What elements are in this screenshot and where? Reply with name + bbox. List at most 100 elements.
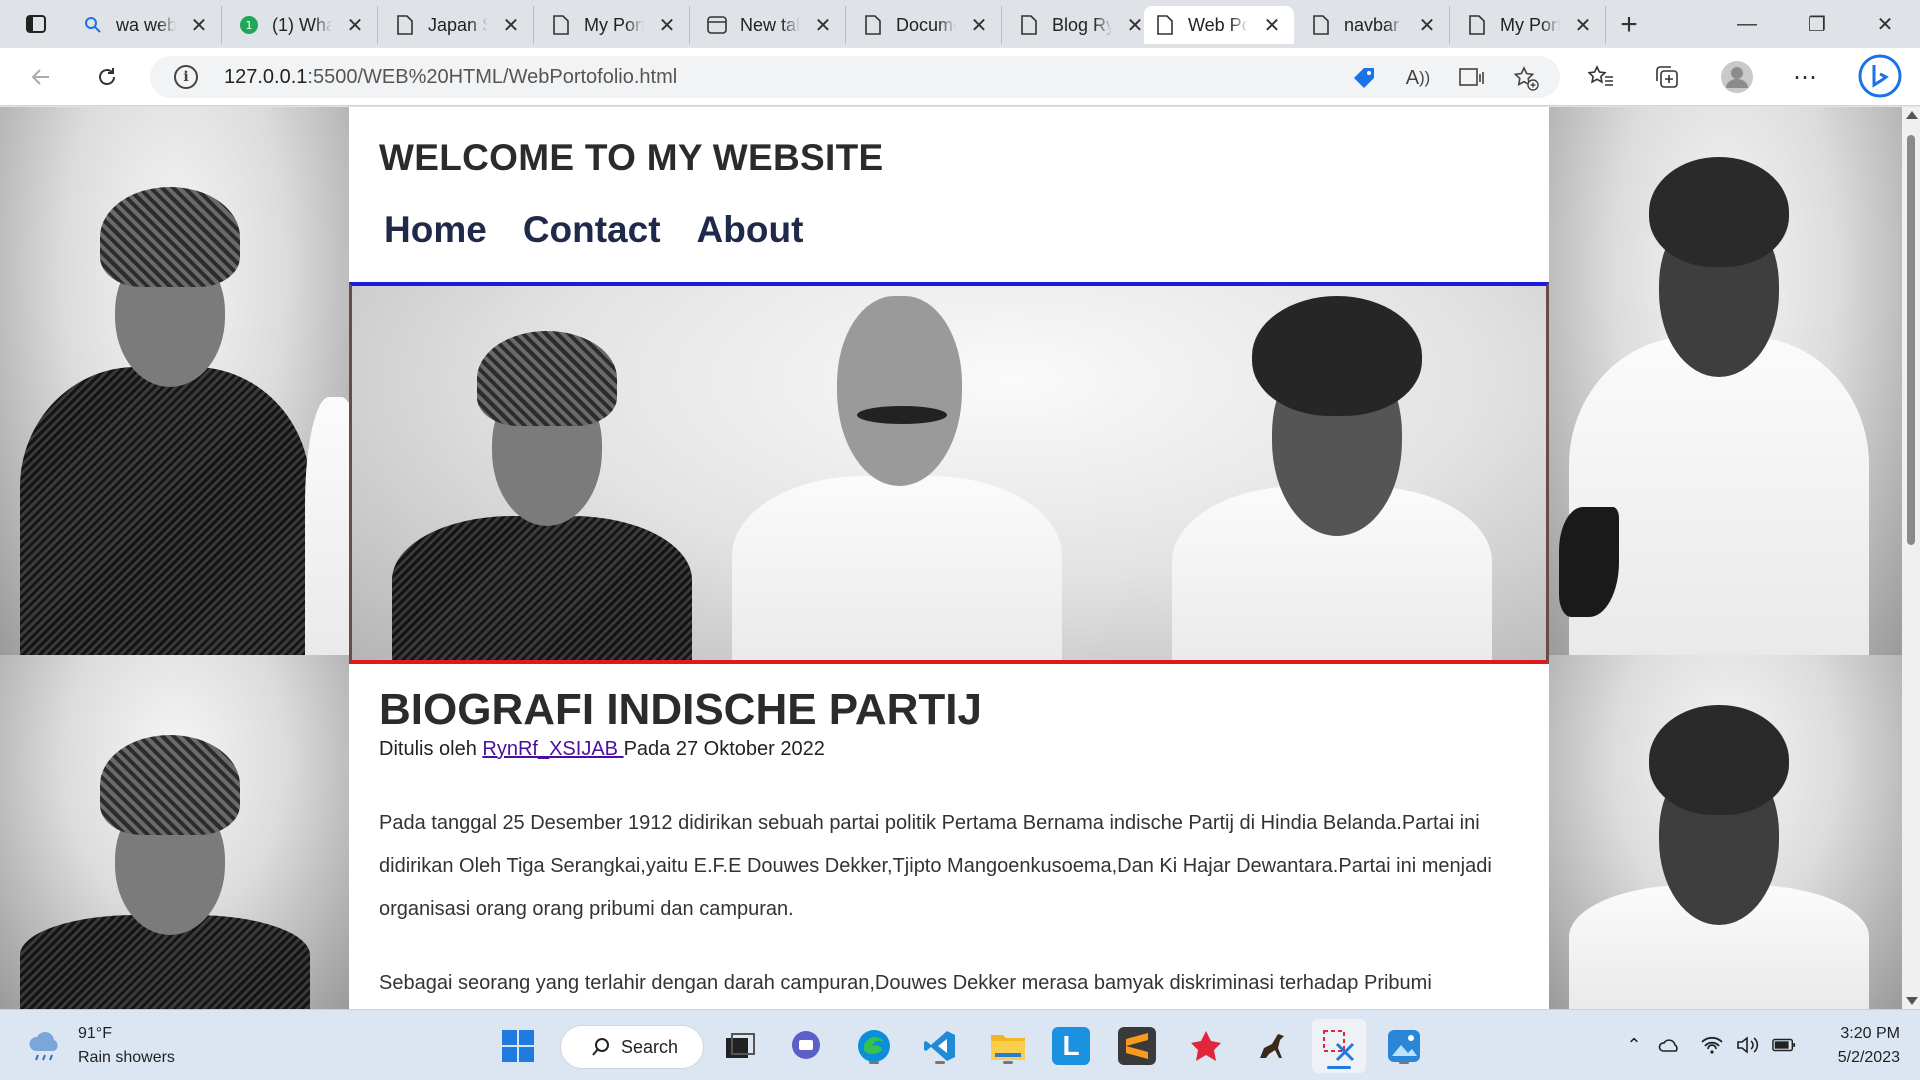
restore-button[interactable]: ❐ bbox=[1782, 0, 1852, 48]
file-explorer-button[interactable] bbox=[986, 1024, 1030, 1068]
l-app-button[interactable]: L bbox=[1052, 1027, 1090, 1065]
sublime-button[interactable] bbox=[1118, 1027, 1156, 1065]
article-paragraph: Pada tanggal 25 Desember 1912 didirikan … bbox=[379, 812, 1492, 920]
tab-whatsapp[interactable]: 1 (1) WhatsApp ✕ bbox=[228, 6, 378, 44]
address-bar[interactable]: i 127.0.0.1:5500/WEB%20HTML/WebPortofoli… bbox=[150, 56, 1560, 98]
l-app-icon: L bbox=[1062, 1030, 1080, 1061]
coupon-tag-icon[interactable] bbox=[1350, 64, 1378, 92]
page-icon bbox=[862, 14, 884, 36]
taskbar: 91°F Rain showers Search L ⌃ 3:20 PM 5/2… bbox=[0, 1009, 1920, 1080]
tab-my-portofolio[interactable]: My Portofolio ✕ bbox=[540, 6, 690, 44]
collections-button[interactable] bbox=[1648, 58, 1686, 96]
nav-home[interactable]: Home bbox=[384, 209, 487, 251]
background-photo-tile bbox=[1549, 655, 1902, 1009]
url-text[interactable]: 127.0.0.1:5500/WEB%20HTML/WebPortofolio.… bbox=[224, 66, 677, 89]
close-icon[interactable]: ✕ bbox=[1571, 13, 1595, 38]
page-icon bbox=[550, 14, 572, 36]
volume-icon[interactable] bbox=[1736, 1033, 1760, 1057]
restore-icon: ❐ bbox=[1808, 13, 1826, 36]
collections-icon bbox=[1656, 66, 1678, 88]
task-view-button[interactable] bbox=[718, 1024, 762, 1068]
dino-app-button[interactable] bbox=[1250, 1024, 1294, 1068]
tab-actions-button[interactable] bbox=[8, 8, 64, 40]
close-icon[interactable]: ✕ bbox=[499, 13, 523, 38]
tab-document[interactable]: Document ✕ bbox=[852, 6, 1002, 44]
read-aloud-icon[interactable]: A)) bbox=[1404, 64, 1432, 92]
more-button[interactable]: ⋯ bbox=[1786, 58, 1824, 96]
add-favorite-icon[interactable] bbox=[1512, 64, 1540, 92]
newtab-icon bbox=[706, 14, 728, 36]
new-tab-button[interactable]: + bbox=[1612, 8, 1646, 42]
running-indicator bbox=[935, 1061, 945, 1064]
info-icon[interactable]: i bbox=[174, 65, 198, 89]
show-hidden-icons-button[interactable]: ⌃ bbox=[1622, 1033, 1646, 1057]
page-container: WELCOME TO MY WEBSITE Home Contact About… bbox=[349, 107, 1549, 1009]
weather-temp: 91°F bbox=[78, 1025, 112, 1042]
start-button[interactable] bbox=[496, 1024, 540, 1068]
background-photo-tile bbox=[0, 655, 349, 1009]
close-icon[interactable]: ✕ bbox=[967, 13, 991, 38]
avatar-icon bbox=[1721, 61, 1753, 93]
page-scrollbar[interactable] bbox=[1902, 107, 1920, 1009]
red-star-icon bbox=[1191, 1031, 1221, 1061]
clock-time: 3:20 PM bbox=[1840, 1025, 1900, 1042]
immersive-reader-icon[interactable] bbox=[1458, 64, 1486, 92]
article-paragraph: Sebagai seorang yang terlahir dengan dar… bbox=[379, 972, 1432, 994]
close-icon[interactable]: ✕ bbox=[343, 13, 367, 38]
more-icon: ⋯ bbox=[1793, 63, 1817, 91]
tab-new-tab[interactable]: New tab ✕ bbox=[696, 6, 846, 44]
page-icon bbox=[1310, 14, 1332, 36]
scroll-down-icon[interactable] bbox=[1906, 997, 1918, 1005]
taskbar-search[interactable]: Search bbox=[560, 1025, 704, 1069]
photos-button[interactable] bbox=[1382, 1024, 1426, 1068]
onedrive-icon[interactable] bbox=[1658, 1033, 1682, 1057]
profile-button[interactable] bbox=[1718, 58, 1756, 96]
author-link[interactable]: RynRf_XSIJAB bbox=[482, 738, 623, 760]
tab-navbar[interactable]: navbar ✕ bbox=[1300, 6, 1450, 44]
favorites-button[interactable] bbox=[1582, 58, 1620, 96]
tab-label: My Portofolio bbox=[1500, 14, 1560, 35]
scroll-thumb[interactable] bbox=[1907, 135, 1915, 545]
weather-widget[interactable]: 91°F Rain showers bbox=[26, 1022, 175, 1070]
post-title: BIOGRAFI INDISCHE PARTIJ bbox=[379, 685, 983, 734]
close-icon[interactable]: ✕ bbox=[811, 13, 835, 38]
background-photo-tile bbox=[1549, 107, 1902, 655]
close-icon: ✕ bbox=[1876, 13, 1894, 36]
sublime-icon bbox=[1126, 1033, 1148, 1059]
bing-chat-button[interactable] bbox=[1858, 54, 1902, 98]
back-button[interactable] bbox=[22, 58, 60, 96]
nav-about[interactable]: About bbox=[697, 209, 804, 251]
refresh-icon bbox=[99, 68, 115, 85]
clock-date: 5/2/2023 bbox=[1837, 1049, 1900, 1066]
navbar: Home Contact About bbox=[384, 209, 803, 251]
tab-japan[interactable]: Japan Stuff ✕ bbox=[384, 6, 534, 44]
tab-blog[interactable]: Blog RynRf ✕ bbox=[1008, 6, 1158, 44]
whatsapp-icon: 1 bbox=[238, 14, 260, 36]
close-icon[interactable]: ✕ bbox=[1260, 13, 1284, 38]
scroll-up-icon[interactable] bbox=[1906, 111, 1918, 119]
rain-cloud-icon bbox=[29, 1032, 58, 1061]
bing-icon bbox=[1858, 54, 1902, 98]
teams-chat-button[interactable] bbox=[784, 1024, 828, 1068]
close-window-button[interactable]: ✕ bbox=[1850, 0, 1920, 48]
app-red-button[interactable] bbox=[1184, 1024, 1228, 1068]
tab-label: Web Portofolio bbox=[1188, 14, 1248, 35]
close-icon[interactable]: ✕ bbox=[187, 13, 211, 38]
tab-wa-web[interactable]: wa web ✕ bbox=[72, 6, 222, 44]
close-icon[interactable]: ✕ bbox=[655, 13, 679, 38]
close-icon[interactable]: ✕ bbox=[1415, 13, 1439, 38]
page-icon bbox=[1466, 14, 1488, 36]
tab-strip: wa web ✕ 1 (1) WhatsApp ✕ Japan Stuff ✕ … bbox=[0, 0, 1920, 48]
system-clock[interactable]: 3:20 PM 5/2/2023 bbox=[1822, 1022, 1900, 1070]
minimize-button[interactable]: — bbox=[1712, 0, 1782, 48]
battery-icon[interactable] bbox=[1772, 1033, 1796, 1057]
snipping-tool-button[interactable] bbox=[1312, 1019, 1366, 1073]
vscode-taskbar-button[interactable] bbox=[918, 1024, 962, 1068]
nav-contact[interactable]: Contact bbox=[523, 209, 661, 251]
tab-label: New tab bbox=[740, 14, 800, 35]
tab-my-portofolio-2[interactable]: My Portofolio ✕ bbox=[1456, 6, 1606, 44]
wifi-icon[interactable] bbox=[1700, 1033, 1724, 1057]
refresh-button[interactable] bbox=[88, 58, 126, 96]
tab-web-portofolio[interactable]: Web Portofolio ✕ bbox=[1144, 6, 1294, 44]
edge-taskbar-button[interactable] bbox=[852, 1024, 896, 1068]
